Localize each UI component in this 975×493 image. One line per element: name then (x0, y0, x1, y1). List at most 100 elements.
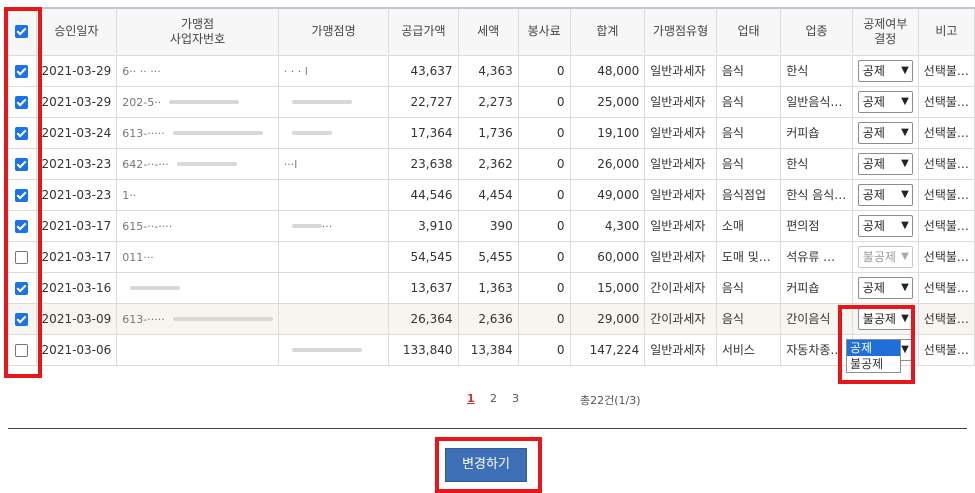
deduction-select-value: 공제 (862, 218, 885, 233)
redaction-mark (291, 348, 362, 352)
business-type-cell: 음식 (715, 116, 782, 149)
deduction-select[interactable]: 공제 ▼ (857, 183, 913, 206)
header-total: 합계 (569, 7, 646, 56)
deduction-select-value: 공제 (862, 280, 885, 295)
deduction-select[interactable]: 공제 ▼ (857, 276, 913, 299)
note-cell: 선택불… (917, 54, 975, 87)
merchant-name-cell (277, 116, 390, 149)
header-business-item: 업종 (780, 7, 853, 56)
total-count: 총22건(1/3) (580, 394, 641, 407)
merchant-type-cell: 일반과세자 (644, 240, 717, 273)
merchant-type-cell: 일반과세자 (644, 209, 717, 242)
chevron-down-icon: ▼ (901, 126, 909, 138)
service-fee-cell: 0 (517, 85, 571, 118)
merchant-name-cell (277, 333, 390, 366)
highlight-checkbox-column (4, 7, 42, 378)
total-cell: 29,000 (569, 302, 646, 335)
deduction-select[interactable]: 공제 ▼ (857, 90, 913, 113)
merchant-bizno-cell (116, 271, 279, 304)
chevron-down-icon: ▼ (901, 250, 909, 262)
header-merchant-type: 가맹점유형 (644, 7, 717, 56)
supply-amount-cell: 133,840 (388, 333, 459, 366)
approval-date-cell: 2021-03-23 (35, 147, 118, 180)
deduction-select-value: 공제 (862, 187, 885, 202)
merchant-type-cell: 일반과세자 (644, 116, 717, 149)
supply-amount-cell: 13,637 (388, 271, 459, 304)
merchant-name-cell (277, 178, 390, 211)
merchant-name: · · · l (283, 64, 308, 78)
deduction-select-cell: 공제 ▼ (851, 209, 919, 242)
service-fee-cell: 0 (517, 271, 571, 304)
deduction-select-value: 불공제 (862, 249, 896, 264)
total-cell: 60,000 (569, 240, 646, 273)
deduction-select[interactable]: 공제 ▼ (857, 152, 913, 175)
deduction-select[interactable]: 공제 ▼ (857, 214, 913, 237)
deduction-select-cell: 불공제 ▼ (851, 240, 919, 273)
service-fee-cell: 0 (517, 54, 571, 87)
merchant-bizno-cell: 6·· ·· ··· (116, 54, 279, 87)
header-note: 비고 (917, 7, 975, 56)
table-row: 2021-03-23 642-··-··· ···l 23,638 2,362 0 26,0… (6, 147, 975, 180)
merchant-name: ···l (283, 157, 298, 171)
merchant-type-cell: 일반과세자 (644, 54, 717, 87)
merchant-bizno: 1·· (122, 188, 137, 202)
supply-amount-cell: 43,637 (388, 54, 459, 87)
approval-date-cell: 2021-03-24 (35, 116, 118, 149)
merchant-name-cell (277, 85, 390, 118)
business-item-cell: 석유류 … (780, 240, 853, 273)
merchant-name-cell: ···l (277, 147, 390, 180)
service-fee-cell: 0 (517, 333, 571, 366)
total-cell: 19,100 (569, 116, 646, 149)
header-tax: 세액 (457, 7, 519, 56)
redaction-mark (169, 100, 240, 104)
service-fee-cell: 0 (517, 147, 571, 180)
merchant-type-cell: 일반과세자 (644, 85, 717, 118)
header-deduction: 공제여부 결정 (851, 7, 919, 56)
merchant-bizno-cell: 615-··-···· (116, 209, 279, 242)
merchant-bizno: 613-····· (122, 126, 165, 140)
merchant-bizno: 613-····· (122, 312, 165, 326)
deduction-select[interactable]: 공제 ▼ (857, 121, 913, 144)
service-fee-cell: 0 (517, 116, 571, 149)
page-link-2[interactable]: 2 (490, 392, 497, 405)
redaction-mark (172, 131, 263, 135)
business-type-cell: 서비스 (715, 333, 782, 366)
merchant-bizno: 202-5·· (122, 95, 162, 109)
deduction-select[interactable]: 공제 ▼ (857, 59, 913, 82)
business-type-cell: 음식 (715, 302, 782, 335)
merchant-bizno-cell: 642-··-··· (116, 147, 279, 180)
merchant-bizno: 615-··-···· (122, 219, 173, 233)
merchant-name: ··· (321, 219, 333, 233)
deduction-select-cell: 공제 ▼ (851, 116, 919, 149)
table-row: 2021-03-09 613-····· 26,364 2,636 0 29,000 간이과… (6, 302, 975, 335)
highlight-deduction-select (838, 305, 915, 384)
deduction-select-value: 공제 (862, 156, 885, 171)
table-row: 2021-03-29 6·· ·· ··· · · · l 43,637 4,363 0 4… (6, 54, 975, 87)
note-cell: 선택불… (917, 116, 975, 149)
business-item-cell: 한식 음식… (780, 178, 853, 211)
merchant-bizno-cell: 202-5·· (116, 85, 279, 118)
header-merchant-name: 가맹점명 (277, 7, 390, 56)
page-link-1[interactable]: 1 (467, 392, 475, 405)
table-row: 2021-03-17 011··· 54,545 5,455 0 60,000 일반과세자 도… (6, 240, 975, 273)
business-item-cell: 커피숍 (780, 116, 853, 149)
approval-date-cell: 2021-03-17 (35, 209, 118, 242)
highlight-submit-button (435, 437, 542, 493)
table-row: 2021-03-23 1·· 44,546 4,454 0 49,000 일반과세자 음식점업… (6, 178, 975, 211)
table-row: 2021-03-06 133,840 13,384 0 147,224 일반과세자 서비스 자… (6, 333, 975, 366)
supply-amount-cell: 23,638 (388, 147, 459, 180)
supply-amount-cell: 44,546 (388, 178, 459, 211)
merchant-type-cell: 일반과세자 (644, 333, 717, 366)
business-type-cell: 소매 (715, 209, 782, 242)
tax-cell: 4,363 (457, 54, 519, 87)
page-link-3[interactable]: 3 (512, 392, 519, 405)
tax-cell: 13,384 (457, 333, 519, 366)
tax-cell: 2,273 (457, 85, 519, 118)
note-cell: 선택불… (917, 240, 975, 273)
business-type-cell: 음식 (715, 54, 782, 87)
table-row: 2021-03-29 202-5·· 22,727 2,273 0 25,000 일반과세자… (6, 85, 975, 118)
header-approval-date: 승인일자 (35, 7, 118, 56)
merchant-type-cell: 일반과세자 (644, 147, 717, 180)
merchant-bizno-cell: 613-····· (116, 116, 279, 149)
deduction-select: 불공제 ▼ (857, 245, 913, 268)
